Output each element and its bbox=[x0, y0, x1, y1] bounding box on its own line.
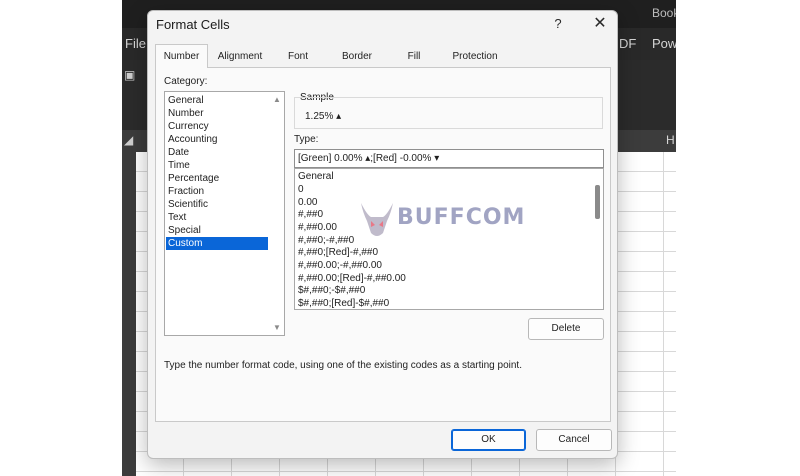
ribbon-tab-file[interactable]: File bbox=[125, 36, 146, 51]
tab-number[interactable]: Number bbox=[155, 44, 208, 68]
sample-box: 1.25% ▴ bbox=[294, 97, 603, 129]
tab-fill[interactable]: Fill bbox=[402, 46, 426, 68]
format-code-item[interactable]: $#,##0;-$#,##0 bbox=[298, 285, 365, 297]
tab-border[interactable]: Border bbox=[338, 46, 376, 68]
category-item-currency[interactable]: Currency bbox=[166, 120, 268, 133]
tab-font[interactable]: Font bbox=[283, 46, 313, 68]
format-code-item[interactable]: $#,##0;[Red]-$#,##0 bbox=[298, 298, 389, 309]
scroll-down-icon[interactable]: ▼ bbox=[270, 323, 284, 332]
ribbon-tab-pdf[interactable]: DF bbox=[619, 36, 636, 51]
category-scrollbar[interactable]: ▲ ▼ bbox=[270, 92, 284, 335]
category-item-scientific[interactable]: Scientific bbox=[166, 198, 268, 211]
category-item-percentage[interactable]: Percentage bbox=[166, 172, 268, 185]
workbook-title: Book bbox=[652, 6, 676, 20]
cancel-button[interactable]: Cancel bbox=[536, 429, 612, 451]
format-code-item[interactable]: #,##0.00;[Red]-#,##0.00 bbox=[298, 273, 406, 285]
type-label: Type: bbox=[294, 134, 319, 145]
format-code-item[interactable]: 0.00 bbox=[298, 197, 317, 209]
format-code-item[interactable]: #,##0;[Red]-#,##0 bbox=[298, 247, 378, 259]
hint-text: Type the number format code, using one o… bbox=[164, 360, 522, 371]
category-item-general[interactable]: General bbox=[166, 94, 268, 107]
category-item-time[interactable]: Time bbox=[166, 159, 268, 172]
ok-button[interactable]: OK bbox=[451, 429, 526, 451]
help-button[interactable]: ? bbox=[551, 16, 565, 31]
format-code-item[interactable]: #,##0;-#,##0 bbox=[298, 235, 354, 247]
format-code-item[interactable]: #,##0.00;-#,##0.00 bbox=[298, 260, 382, 272]
tab-alignment[interactable]: Alignment bbox=[212, 46, 268, 68]
select-all-icon[interactable]: ◢ bbox=[124, 133, 133, 147]
sample-value: 1.25% ▴ bbox=[305, 111, 342, 122]
category-item-special[interactable]: Special bbox=[166, 224, 268, 237]
bull-logo-icon bbox=[361, 203, 393, 236]
delete-button[interactable]: Delete bbox=[528, 318, 604, 340]
column-header-h[interactable]: H bbox=[666, 133, 675, 147]
format-list-scrollbar[interactable] bbox=[592, 170, 602, 308]
watermark-text: BUFFCOM bbox=[397, 205, 526, 230]
watermark: BUFFCOM bbox=[357, 197, 529, 247]
ribbon-tab-power[interactable]: Pow bbox=[652, 36, 676, 51]
type-input[interactable]: [Green] 0.00% ▴;[Red] -0.00% ▾ bbox=[294, 149, 604, 168]
screen: Book File DF Pow ▣ ◢ H Format Cells ? ✕ … bbox=[0, 0, 800, 476]
category-item-number[interactable]: Number bbox=[166, 107, 268, 120]
save-icon[interactable]: ▣ bbox=[124, 68, 135, 82]
tab-strip: Number Alignment Font Border Fill Protec… bbox=[155, 44, 615, 68]
row-headers bbox=[122, 152, 136, 476]
dialog-title: Format Cells bbox=[156, 17, 230, 32]
format-code-item[interactable]: General bbox=[298, 171, 334, 183]
category-list[interactable]: General Number Currency Accounting Date … bbox=[164, 91, 285, 336]
category-label: Category: bbox=[164, 76, 208, 87]
close-button[interactable]: ✕ bbox=[589, 13, 611, 35]
category-item-text[interactable]: Text bbox=[166, 211, 268, 224]
category-item-fraction[interactable]: Fraction bbox=[166, 185, 268, 198]
category-item-date[interactable]: Date bbox=[166, 146, 268, 159]
format-code-item[interactable]: #,##0.00 bbox=[298, 222, 337, 234]
format-code-item[interactable]: #,##0 bbox=[298, 209, 323, 221]
format-code-item[interactable]: 0 bbox=[298, 184, 304, 196]
category-item-accounting[interactable]: Accounting bbox=[166, 133, 268, 146]
category-item-custom[interactable]: Custom bbox=[166, 237, 268, 250]
scroll-up-icon[interactable]: ▲ bbox=[270, 95, 284, 104]
scroll-thumb[interactable] bbox=[595, 185, 600, 219]
delete-button-label: Delete bbox=[551, 323, 581, 334]
tab-protection[interactable]: Protection bbox=[446, 46, 504, 68]
